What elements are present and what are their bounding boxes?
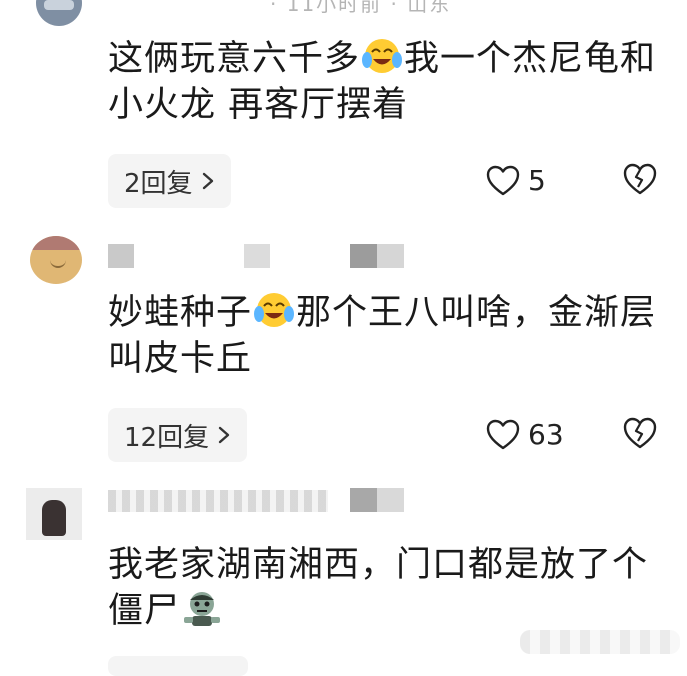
comment-text: 这俩玩意六千多 我一个杰尼龟和小火龙 再客厅摆着 — [108, 36, 668, 128]
view-replies-button[interactable]: 2回复 — [108, 154, 231, 208]
username-blurred — [108, 244, 134, 268]
like-button[interactable]: 63 — [486, 418, 564, 451]
user-avatar[interactable] — [36, 0, 82, 26]
broken-heart-icon[interactable] — [622, 416, 658, 450]
comment-text: 我老家湖南湘西，门口都是放了个僵尸 — [108, 542, 668, 634]
chevron-right-icon — [218, 426, 230, 444]
username-blurred — [350, 488, 404, 512]
comment-text: 妙蛙种子 那个王八叫啥，金渐层叫皮卡丘 — [108, 290, 668, 382]
username-blurred — [244, 244, 270, 268]
username-blurred — [350, 244, 404, 268]
watermark — [520, 630, 680, 654]
heart-icon — [486, 165, 520, 195]
view-replies-button[interactable]: 12回复 — [108, 408, 248, 462]
chevron-right-icon — [202, 172, 213, 190]
like-button[interactable]: 5 — [486, 164, 546, 197]
user-avatar[interactable] — [26, 488, 82, 540]
user-avatar[interactable] — [30, 236, 82, 284]
zombie-emoji-icon — [184, 592, 221, 626]
comment-text-part: 这俩玩意六千多 — [108, 39, 361, 79]
heart-icon — [486, 419, 520, 449]
broken-heart-icon[interactable] — [622, 162, 658, 196]
comment-text-part: 妙蛙种子 — [108, 293, 253, 333]
comment-meta: · 11小时前 · 山东 — [270, 0, 452, 16]
replies-label: 2回复 — [124, 168, 193, 199]
like-count: 63 — [528, 418, 564, 451]
replies-label: 12回复 — [124, 422, 210, 453]
view-replies-button[interactable] — [108, 656, 248, 676]
laughing-crying-emoji-icon — [362, 39, 403, 73]
like-count: 5 — [528, 164, 546, 197]
laughing-crying-emoji-icon — [254, 293, 295, 327]
username-blurred — [108, 490, 328, 512]
